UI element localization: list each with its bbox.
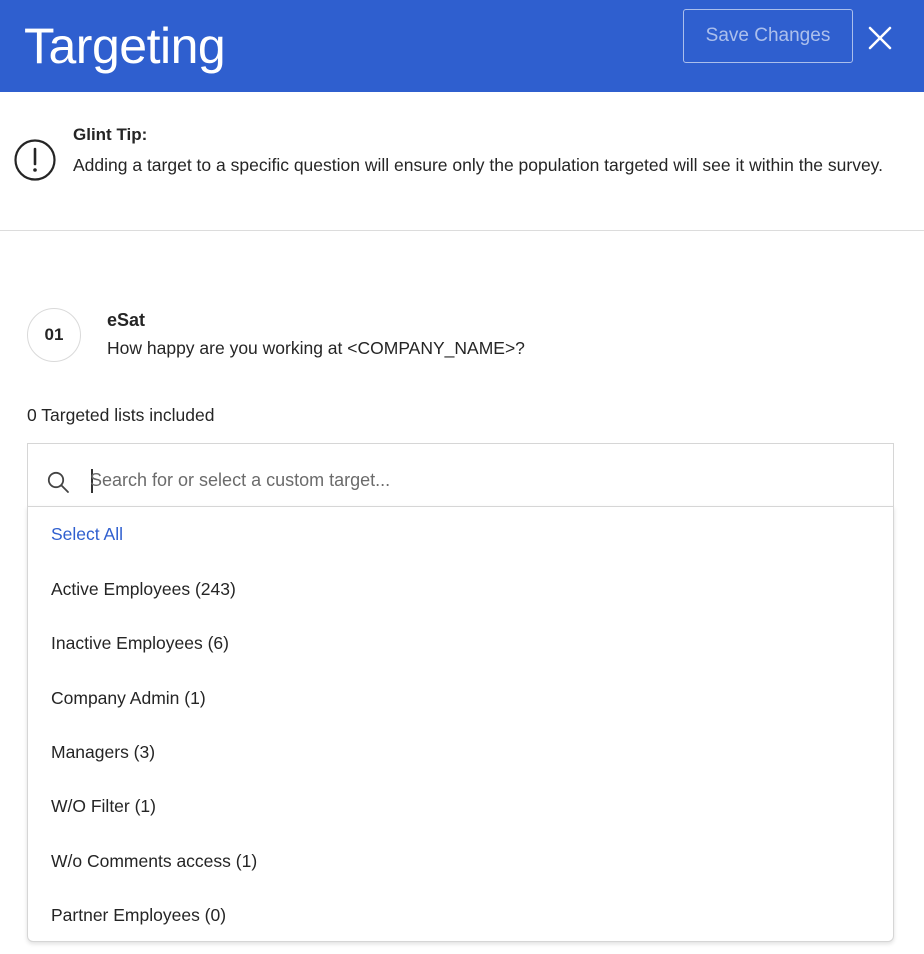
dropdown-option-company-admin[interactable]: Company Admin (1) xyxy=(51,688,206,709)
glint-tip-panel: Glint Tip: Adding a target to a specific… xyxy=(0,92,924,231)
header-bar: Targeting Save Changes xyxy=(0,0,924,92)
question-title: eSat xyxy=(107,310,146,330)
question-number-badge: 01 xyxy=(27,308,81,362)
page-title: Targeting xyxy=(24,18,226,74)
question-text: How happy are you working at <COMPANY_NA… xyxy=(107,338,525,358)
dropdown-option-wo-filter[interactable]: W/O Filter (1) xyxy=(51,796,156,817)
target-search-box[interactable] xyxy=(27,443,894,506)
dropdown-option-inactive-employees[interactable]: Inactive Employees (6) xyxy=(51,633,229,654)
dropdown-option-partner-employees[interactable]: Partner Employees (0) xyxy=(51,905,226,926)
select-all-option[interactable]: Select All xyxy=(51,524,123,545)
tip-text: Adding a target to a specific question w… xyxy=(73,155,883,175)
dropdown-option-wo-comments-access[interactable]: W/o Comments access (1) xyxy=(51,851,257,872)
exclamation-circle-icon xyxy=(13,138,57,182)
dropdown-option-managers[interactable]: Managers (3) xyxy=(51,742,155,763)
dropdown-option-active-employees[interactable]: Active Employees (243) xyxy=(51,579,236,600)
search-icon xyxy=(46,470,70,494)
save-changes-button[interactable]: Save Changes xyxy=(683,9,853,63)
close-icon[interactable] xyxy=(864,22,896,54)
target-dropdown-list: Select All Active Employees (243) Inacti… xyxy=(27,506,894,942)
target-search-input[interactable] xyxy=(90,462,870,498)
tip-title: Glint Tip: xyxy=(73,125,148,144)
targeted-lists-count: 0 Targeted lists included xyxy=(27,405,215,425)
